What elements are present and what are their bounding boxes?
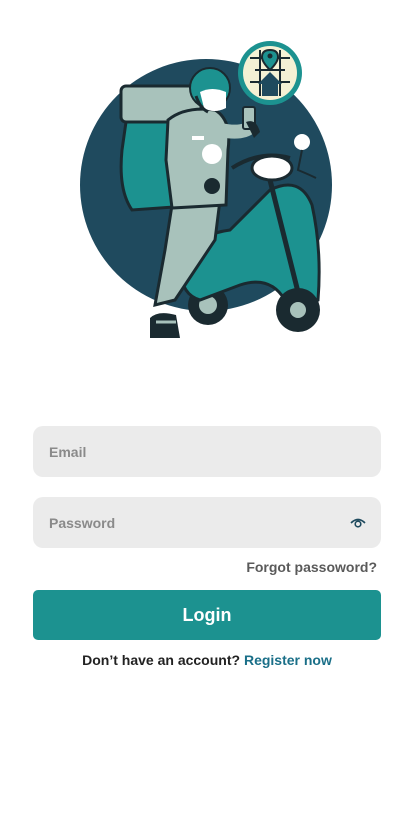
eye-icon[interactable] — [349, 514, 367, 532]
register-prompt-row: Don’t have an account? Register now — [0, 652, 414, 668]
delivery-illustration — [0, 0, 414, 360]
forgot-password-link[interactable]: Forgot passoword? — [246, 559, 377, 575]
email-field-wrapper[interactable] — [33, 426, 381, 477]
register-now-link[interactable]: Register now — [244, 652, 332, 668]
password-field[interactable] — [33, 497, 381, 548]
delivery-scooter-illustration — [80, 41, 332, 338]
email-field[interactable] — [33, 426, 381, 477]
password-field-wrapper[interactable] — [33, 497, 381, 548]
login-button[interactable]: Login — [33, 590, 381, 640]
register-prompt-text: Don’t have an account? — [82, 652, 241, 668]
